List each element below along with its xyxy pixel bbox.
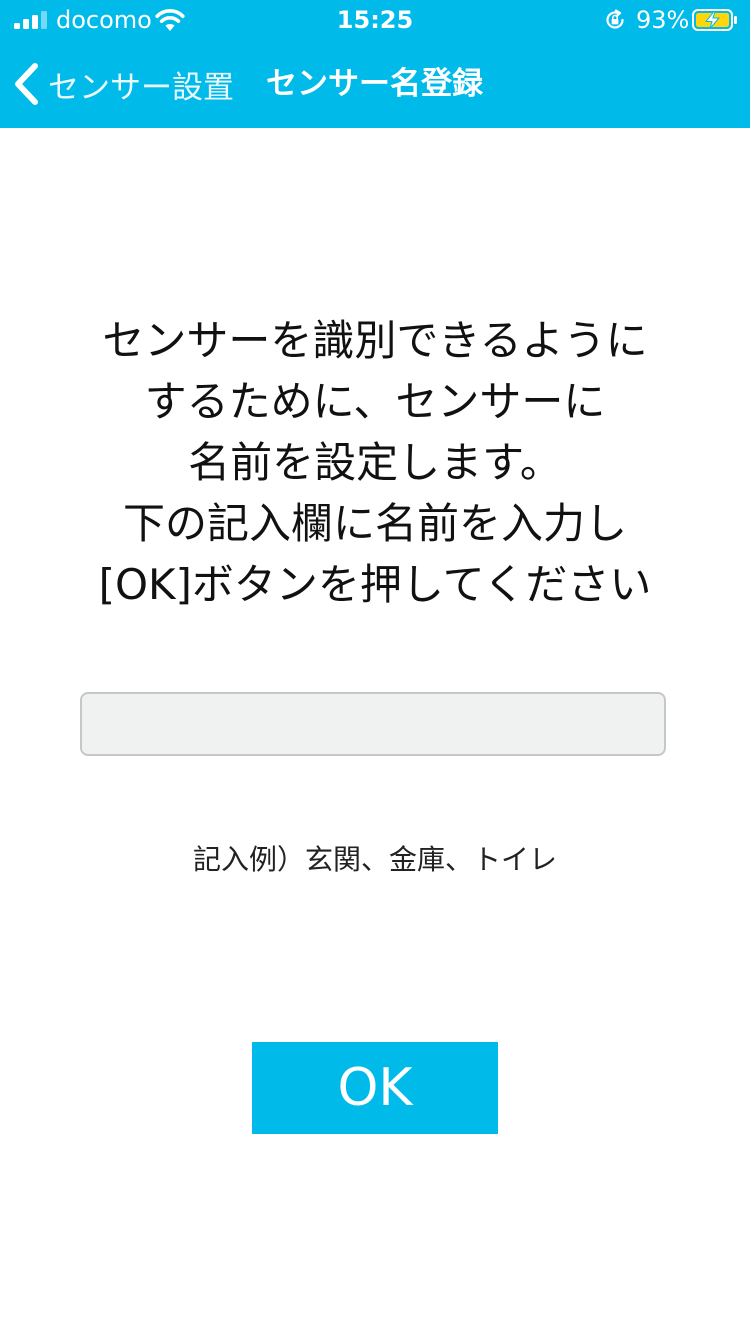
battery-charging-icon bbox=[692, 9, 737, 31]
input-example-text: 記入例）玄関、金庫、トイレ bbox=[192, 843, 557, 876]
instruction-line: 下の記入欄に名前を入力し bbox=[122, 499, 627, 548]
page-title: センサー名登録 bbox=[266, 66, 483, 102]
navigation-bar: センサー設置 センサー名登録 bbox=[0, 40, 750, 128]
instruction-line: 名前を設定します。 bbox=[188, 438, 562, 487]
instruction-text: センサーを識別できるように するために、センサーに 名前を設定します。 下の記入… bbox=[40, 310, 710, 615]
status-bar: docomo 15:25 93% bbox=[0, 0, 750, 40]
sensor-name-registration-screen: docomo 15:25 93% センサー設置 センサー名登録 センサーを識別で… bbox=[0, 0, 750, 1334]
instruction-line: センサーを識別できるように bbox=[102, 316, 648, 365]
ok-button[interactable]: OK bbox=[252, 1042, 498, 1134]
back-button-label: センサー設置 bbox=[48, 69, 234, 106]
chevron-left-icon bbox=[15, 63, 38, 105]
back-button[interactable]: センサー設置 bbox=[12, 58, 234, 110]
orientation-lock-icon bbox=[606, 9, 624, 29]
instruction-line: するために、センサーに bbox=[144, 377, 606, 426]
battery-percent: 93% bbox=[636, 6, 690, 34]
sensor-name-input[interactable] bbox=[80, 692, 666, 756]
top-bar: docomo 15:25 93% センサー設置 センサー名登録 bbox=[0, 0, 750, 128]
instruction-line: [OK]ボタンを押してください bbox=[98, 560, 652, 609]
